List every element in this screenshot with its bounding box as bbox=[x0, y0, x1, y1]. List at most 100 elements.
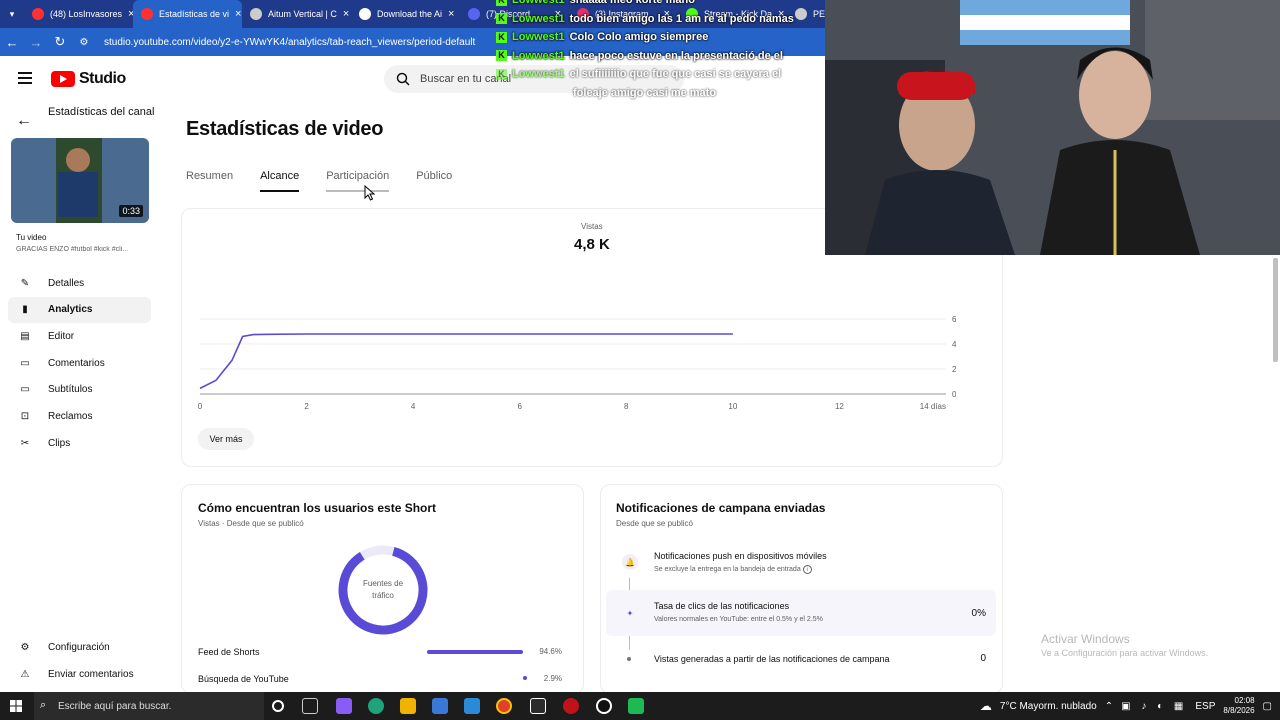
language-indicator[interactable]: ESP bbox=[1195, 701, 1215, 712]
your-video-label: Tu video bbox=[16, 233, 47, 242]
cortana-icon[interactable] bbox=[272, 700, 284, 712]
sidebar-item-analytics[interactable]: ▮ Analytics bbox=[8, 296, 151, 323]
video-description: GRACIAS ENZO #futbol #kick #cli... bbox=[16, 246, 129, 253]
traffic-bar-shorts bbox=[427, 650, 523, 654]
tray-chevron-icon[interactable]: ⌃ bbox=[1105, 701, 1113, 712]
youtube-logo-icon bbox=[51, 71, 75, 87]
capcut-icon[interactable] bbox=[530, 698, 546, 714]
tab-list-chevron-icon[interactable]: ▾ bbox=[0, 9, 24, 20]
video-thumbnail[interactable]: 0:33 bbox=[11, 138, 149, 223]
reload-icon[interactable]: ↻ bbox=[48, 34, 72, 50]
studio-logo[interactable]: Studio bbox=[51, 70, 126, 88]
tab-participacion[interactable]: Participación bbox=[326, 170, 390, 192]
chrome-icon[interactable] bbox=[496, 698, 512, 714]
chat-text: todo bien amigo las 1 am re al pedo nama… bbox=[569, 12, 794, 25]
info-icon[interactable]: i bbox=[802, 565, 812, 574]
ver-mas-button[interactable]: Ver más bbox=[198, 428, 254, 450]
webcam-overlay bbox=[825, 0, 1280, 255]
chat-message: foleaje amigo casi me mato bbox=[573, 87, 716, 99]
chart-y-tick: 6 K bbox=[952, 315, 956, 324]
sidebar-item-label: Subtítulos bbox=[48, 384, 93, 396]
tab-close-icon[interactable]: × bbox=[343, 8, 349, 20]
tab-favicon-icon bbox=[141, 8, 153, 20]
logo-text: Studio bbox=[79, 70, 126, 87]
sidebar-item-subttulos[interactable]: ▭ Subtítulos bbox=[8, 377, 151, 403]
clock[interactable]: 02:08 8/8/2026 bbox=[1223, 696, 1254, 716]
page-scrollbar[interactable] bbox=[1273, 258, 1278, 362]
forward-arrow-icon[interactable]: → bbox=[24, 35, 48, 50]
taskbar-search-input[interactable]: Escribe aquí para buscar. bbox=[34, 692, 264, 720]
sidebar-bottom-0[interactable]: ⚙ Configuración bbox=[8, 634, 151, 660]
notif-row-value: 0 bbox=[980, 653, 986, 664]
chart-x-tick: 8 bbox=[624, 402, 629, 411]
sidebar-item-comentarios[interactable]: ▭ Comentarios bbox=[8, 350, 151, 376]
kick-badge-icon: K bbox=[496, 68, 507, 80]
traffic-source-label: Feed de Shorts bbox=[198, 647, 260, 657]
browser-tab[interactable]: Estadísticas de vi × bbox=[133, 0, 242, 28]
app-icon-copilot[interactable] bbox=[336, 698, 352, 714]
site-info-icon[interactable]: ⚙ bbox=[72, 37, 96, 48]
chat-message: K Lowwest1 Colo Colo amigo siempree bbox=[496, 31, 708, 43]
traffic-card-subtitle: Vistas · Desde que se publicó bbox=[198, 519, 304, 528]
traffic-source-pct: 94.6% bbox=[539, 647, 562, 656]
pencil-icon: ✎ bbox=[20, 277, 30, 289]
mouse-cursor-icon bbox=[364, 185, 376, 201]
gear-icon: ⚙ bbox=[20, 641, 30, 653]
browser-tab[interactable]: Download the Ai × bbox=[351, 0, 460, 28]
notif-row-title: Notificaciones push en dispositivos móvi… bbox=[654, 551, 827, 561]
url-field[interactable]: studio.youtube.com/video/y2-e-YWwYK4/ana… bbox=[104, 37, 475, 48]
windows-taskbar: Escribe aquí para buscar. ⌕ ☁ 7°C Mayorm… bbox=[0, 692, 1280, 720]
sidebar-item-reclamos[interactable]: ⊡ Reclamos bbox=[8, 404, 151, 430]
metric-value: 4,8 K bbox=[574, 236, 610, 253]
chat-message: K Lowwest1 el sufiiiiiiio que fue que casi… bbox=[496, 68, 781, 80]
back-icon[interactable]: ← bbox=[16, 112, 32, 130]
sidebar-bottom-1[interactable]: ⚠ Enviar comentarios bbox=[8, 661, 151, 687]
browser-tab[interactable]: Aitum Vertical | C × bbox=[242, 0, 351, 28]
tab-resumen[interactable]: Resumen bbox=[186, 170, 233, 192]
notif-row-sub-text: Se excluye la entrega en la bandeja de e… bbox=[654, 566, 801, 573]
sidebar-item-label: Comentarios bbox=[48, 357, 105, 369]
notif-row-ctr: ✦ Tasa de clics de las notificaciones Va… bbox=[606, 590, 996, 636]
notif-card-title: Notificaciones de campana enviadas bbox=[616, 501, 826, 515]
app-icon-red[interactable] bbox=[563, 698, 579, 714]
traffic-card-title: Cómo encuentran los usuarios este Short bbox=[198, 501, 437, 515]
store-icon[interactable] bbox=[432, 698, 448, 714]
task-view-icon[interactable] bbox=[302, 698, 318, 714]
chat-message: K Lowwest1 shaaaa meo korte mano bbox=[496, 0, 695, 6]
notif-row-sub: Se excluye la entrega en la bandeja de e… bbox=[654, 565, 812, 574]
sidebar-item-editor[interactable]: ▤ Editor bbox=[8, 323, 151, 349]
tray-icons[interactable]: ▣ ♪ ◐ ▦ bbox=[1121, 701, 1187, 712]
taskbar-search-placeholder: Escribe aquí para buscar. bbox=[58, 700, 172, 712]
chart-y-tick: 4 K bbox=[952, 340, 956, 349]
hamburger-menu-icon[interactable] bbox=[18, 72, 32, 84]
notif-row-value: 0% bbox=[971, 608, 986, 619]
tab-close-icon[interactable]: × bbox=[448, 8, 454, 20]
windows-start-icon[interactable] bbox=[10, 700, 22, 712]
chart-x-tick: 0 bbox=[198, 402, 203, 411]
sidebar-item-label: Editor bbox=[48, 330, 75, 342]
notifications-icon[interactable]: ▢ bbox=[1263, 701, 1272, 712]
chart-series-line[interactable] bbox=[199, 333, 733, 390]
mail-icon[interactable] bbox=[464, 698, 480, 714]
edge-icon[interactable] bbox=[368, 698, 384, 714]
browser-tab[interactable]: (48) LosInvasores × bbox=[24, 0, 133, 28]
file-explorer-icon[interactable] bbox=[400, 698, 416, 714]
clock-date: 8/8/2026 bbox=[1223, 706, 1255, 715]
tab-alcance[interactable]: Alcance bbox=[260, 170, 300, 192]
obs-icon[interactable] bbox=[596, 698, 612, 714]
tab-publico[interactable]: Público bbox=[416, 170, 452, 192]
channel-analytics-link[interactable]: Estadísticas del canal bbox=[48, 105, 158, 119]
kick-badge-icon: K bbox=[496, 50, 507, 61]
sidebar-item-detalles[interactable]: ✎ Detalles bbox=[8, 270, 151, 296]
sidebar-item-clips[interactable]: ✂ Clips bbox=[8, 430, 151, 456]
webcam-feed bbox=[825, 0, 1280, 255]
tab-close-icon[interactable]: × bbox=[235, 8, 241, 20]
app-icon-green[interactable] bbox=[628, 698, 644, 714]
chat-text: Colo Colo amigo siempree bbox=[569, 31, 709, 43]
notif-row-title: Vistas generadas a partir de las notific… bbox=[654, 654, 890, 664]
back-arrow-icon[interactable]: ← bbox=[0, 35, 24, 50]
weather-text[interactable]: 7°C Mayorm. nublado bbox=[1000, 701, 1097, 712]
chart-x-tick: 10 bbox=[728, 402, 737, 411]
sparkle-click-icon: ✦ bbox=[626, 608, 634, 618]
chart-x-tick: 12 bbox=[835, 402, 844, 411]
